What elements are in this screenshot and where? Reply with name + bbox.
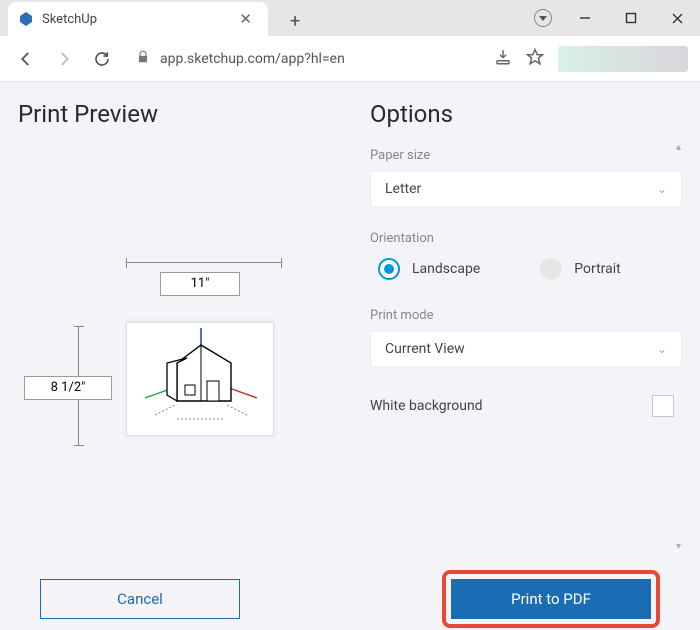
white-bg-label: White background (370, 398, 483, 414)
window-controls (534, 0, 700, 36)
white-bg-group: White background (370, 391, 682, 421)
width-value: 11" (160, 272, 240, 296)
print-mode-group: Print mode Current View ⌄ (370, 308, 682, 367)
forward-button[interactable] (50, 45, 78, 73)
print-mode-label: Print mode (370, 308, 682, 323)
orientation-label: Orientation (370, 231, 682, 246)
reload-button[interactable] (88, 45, 116, 73)
cancel-button[interactable]: Cancel (40, 579, 240, 619)
portrait-label: Portrait (574, 261, 620, 277)
width-dimension: 11" (126, 258, 282, 302)
new-tab-button[interactable]: + (282, 7, 308, 36)
lock-icon (136, 50, 150, 68)
options-title: Options (370, 100, 682, 128)
bookmark-star-icon[interactable] (526, 48, 544, 70)
tab-title: SketchUp (42, 12, 225, 27)
scroll-up-icon[interactable]: ▴ (676, 142, 681, 153)
print-preview-panel: Print Preview 11" 8 1/2" (18, 100, 370, 562)
orientation-group: Orientation Landscape Portrait (370, 231, 682, 284)
maximize-button[interactable] (608, 0, 654, 36)
radio-selected-icon (378, 258, 400, 280)
install-app-icon[interactable] (494, 48, 512, 70)
scroll-down-icon[interactable]: ▾ (676, 541, 681, 552)
radio-unselected-icon (540, 258, 562, 280)
landscape-label: Landscape (412, 261, 480, 277)
paper-size-select[interactable]: Letter ⌄ (370, 171, 682, 207)
chevron-down-icon: ⌄ (657, 182, 667, 196)
close-tab-icon[interactable]: ✕ (233, 10, 258, 28)
paper-size-value: Letter (385, 181, 421, 197)
dialog-content: Print Preview 11" 8 1/2" (0, 82, 700, 562)
dialog-footer: Cancel Print to PDF (0, 562, 700, 628)
print-mode-value: Current View (385, 341, 465, 357)
preview-thumbnail (126, 322, 274, 436)
paper-size-label: Paper size (370, 148, 682, 163)
url-display[interactable]: app.sketchup.com/app?hl=en (126, 50, 484, 68)
paper-size-group: Paper size Letter ⌄ (370, 148, 682, 207)
minimize-button[interactable] (562, 0, 608, 36)
height-value: 8 1/2" (24, 376, 112, 400)
print-button-highlight: Print to PDF (442, 570, 660, 628)
print-to-pdf-button[interactable]: Print to PDF (451, 579, 651, 619)
window-titlebar: SketchUp ✕ + (0, 0, 700, 36)
house-model-icon (127, 323, 274, 436)
tab-strip: SketchUp ✕ + (8, 2, 308, 36)
close-window-button[interactable] (654, 0, 700, 36)
browser-profile-icon[interactable] (534, 9, 552, 27)
print-mode-select[interactable]: Current View ⌄ (370, 331, 682, 367)
chevron-down-icon: ⌄ (657, 342, 667, 356)
preview-area: 11" 8 1/2" (18, 148, 370, 458)
preview-title: Print Preview (18, 100, 370, 128)
options-panel: Options ▴ Paper size Letter ⌄ Orientatio… (370, 100, 682, 562)
sketchup-favicon-icon (18, 11, 34, 27)
orientation-landscape-radio[interactable]: Landscape (378, 258, 480, 280)
orientation-portrait-radio[interactable]: Portrait (540, 258, 620, 280)
white-bg-checkbox[interactable] (652, 395, 674, 417)
address-actions (494, 46, 688, 72)
address-bar: app.sketchup.com/app?hl=en (0, 36, 700, 82)
browser-tab[interactable]: SketchUp ✕ (8, 2, 268, 36)
back-button[interactable] (12, 45, 40, 73)
profile-avatar[interactable] (558, 46, 688, 72)
height-dimension: 8 1/2" (18, 326, 118, 446)
url-text: app.sketchup.com/app?hl=en (160, 51, 345, 67)
